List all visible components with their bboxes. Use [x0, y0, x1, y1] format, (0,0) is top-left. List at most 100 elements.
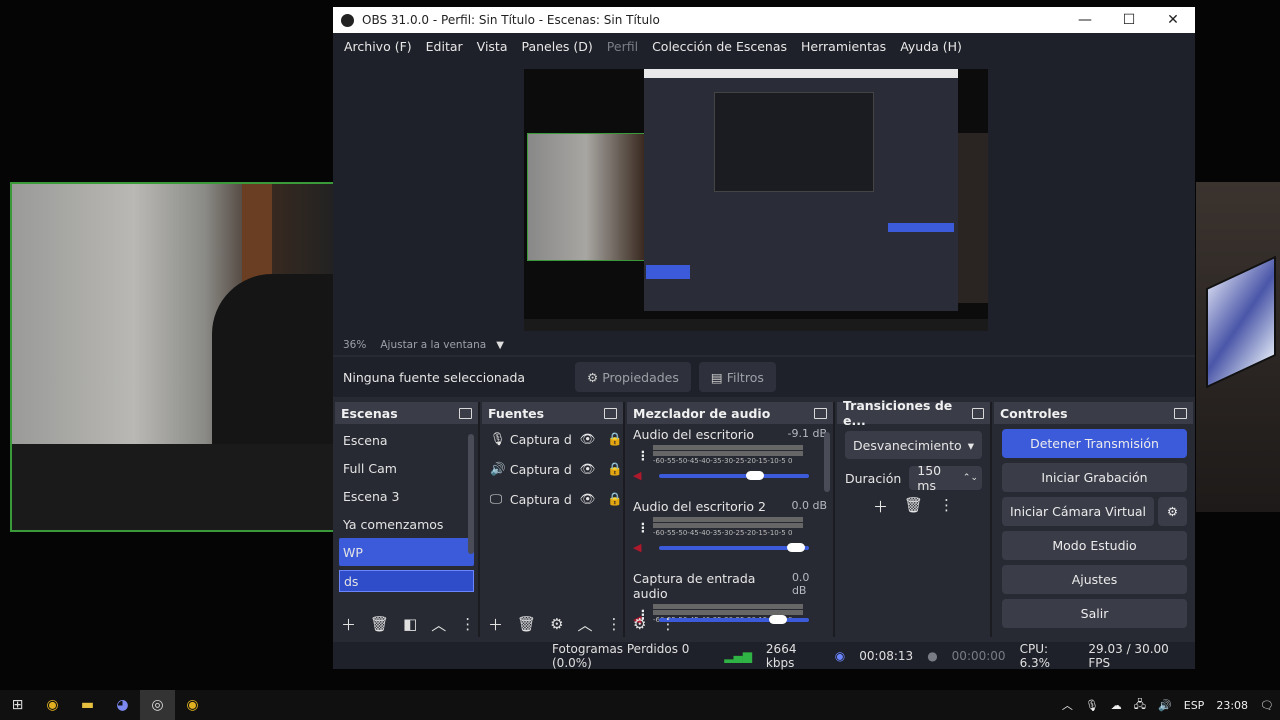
mute-icon[interactable]: ◀	[633, 469, 647, 482]
scene-item-selected[interactable]: WP	[339, 538, 474, 566]
more-icon[interactable]: ⋮	[939, 496, 954, 517]
stepper-icon[interactable]: ⌃⌄	[963, 473, 978, 483]
menu-archivo[interactable]: Archivo (F)	[337, 39, 419, 54]
chevron-down-icon[interactable]: ▼	[496, 340, 504, 351]
filter-icon[interactable]: ◧	[403, 615, 417, 633]
menu-editar[interactable]: Editar	[419, 39, 470, 54]
filters-button[interactable]: ▤ Filtros	[698, 362, 776, 392]
controls-header: Controles	[994, 402, 1193, 424]
mixer-footer: ⚙ ⋮	[627, 611, 833, 637]
start-recording-button[interactable]: Iniciar Grabación	[1002, 463, 1187, 492]
channel-db: 0.0 dB	[791, 571, 810, 597]
more-icon[interactable]: ⋮	[460, 615, 475, 633]
source-label: Captura de	[509, 461, 572, 477]
settings-icon[interactable]: ⚙	[633, 615, 646, 633]
chevron-up-icon[interactable]: ︿	[431, 614, 446, 635]
onedrive-icon[interactable]: ☁	[1111, 699, 1122, 712]
volume-slider[interactable]	[659, 471, 809, 480]
source-item[interactable]: 🖵 Captura de 👁 🔒	[482, 484, 623, 514]
maximize-button[interactable]: ☐	[1107, 7, 1151, 33]
add-icon[interactable]: ＋	[873, 496, 888, 517]
chevron-up-icon[interactable]: ︿	[1062, 697, 1073, 713]
obs-icon[interactable]: ◎	[140, 690, 175, 720]
preview-area	[333, 59, 1195, 335]
menu-coleccion[interactable]: Colección de Escenas	[645, 39, 794, 54]
eye-icon[interactable]: 👁	[580, 431, 596, 447]
source-label: Captura de	[509, 431, 572, 447]
add-icon[interactable]: ＋	[488, 614, 503, 635]
controls-title: Controles	[1000, 405, 1068, 421]
source-item[interactable]: 🎙Captura de 👁 🔒	[482, 424, 623, 454]
trash-icon[interactable]: 🗑	[904, 496, 923, 517]
chrome-icon[interactable]: ◉	[175, 690, 210, 720]
gear-icon[interactable]: ⚙	[550, 615, 563, 633]
menu-herramientas[interactable]: Herramientas	[794, 39, 893, 54]
source-label: Captura de	[509, 491, 572, 507]
language-indicator[interactable]: ESP	[1184, 699, 1205, 712]
mute-icon[interactable]: ◀	[633, 541, 647, 554]
scene-rename-input[interactable]: ds	[339, 570, 474, 592]
network-icon[interactable]: 🖧	[1134, 696, 1146, 715]
clock[interactable]: 23:08	[1216, 699, 1248, 712]
lock-icon[interactable]: 🔒	[607, 431, 623, 447]
slider-knob[interactable]	[786, 543, 805, 552]
menu-perfil[interactable]: Perfil	[600, 39, 645, 54]
chevron-up-icon[interactable]: ︿	[578, 614, 593, 635]
eye-icon[interactable]: 👁	[580, 491, 596, 507]
studio-mode-button[interactable]: Modo Estudio	[1002, 531, 1187, 560]
menu-ayuda[interactable]: Ayuda (H)	[893, 39, 969, 54]
scene-item[interactable]: Full Cam	[335, 454, 478, 482]
transition-select[interactable]: Desvanecimiento ▾	[845, 431, 982, 459]
microphone-icon[interactable]: 🎙	[1085, 699, 1099, 712]
menu-paneles[interactable]: Paneles (D)	[515, 39, 600, 54]
scene-item[interactable]: Escena 3	[335, 482, 478, 510]
chrome-icon[interactable]: ◉	[35, 690, 70, 720]
undock-icon[interactable]	[1174, 407, 1187, 419]
scene-item[interactable]: Ya comenzamos	[335, 510, 478, 538]
slider-knob[interactable]	[746, 471, 764, 480]
eye-icon[interactable]: 👁	[580, 461, 596, 477]
undock-icon[interactable]	[459, 407, 472, 419]
program-preview[interactable]	[524, 69, 988, 331]
more-icon[interactable]: ⋮	[607, 615, 622, 633]
notification-icon[interactable]: 🗨	[1260, 699, 1274, 712]
start-virtual-camera-button[interactable]: Iniciar Cámara Virtual	[1002, 497, 1154, 526]
properties-button[interactable]: ⚙ Propiedades	[575, 362, 691, 392]
undock-icon[interactable]	[604, 407, 617, 419]
zoom-fit-label[interactable]: Ajustar a la ventana	[380, 339, 486, 351]
more-icon[interactable]: ⋮	[633, 520, 653, 535]
gear-icon[interactable]: ⚙	[1158, 497, 1187, 526]
scene-item[interactable]: Escena	[335, 426, 478, 454]
mixer-title: Mezclador de audio	[633, 405, 771, 421]
undock-icon[interactable]	[971, 407, 984, 419]
trash-icon[interactable]: 🗑	[370, 615, 389, 633]
windows-start-icon[interactable]: ⊞	[0, 690, 35, 720]
add-icon[interactable]: ＋	[341, 614, 356, 635]
lock-icon[interactable]: 🔒	[607, 491, 623, 507]
more-icon[interactable]: ⋮	[633, 448, 653, 463]
channel-db: -9.1 dB	[787, 427, 828, 440]
exit-button[interactable]: Salir	[1002, 599, 1187, 628]
volume-icon[interactable]: 🔊	[1158, 699, 1172, 712]
scrollbar[interactable]	[824, 432, 830, 492]
minimize-button[interactable]: —	[1063, 7, 1107, 33]
more-icon[interactable]: ⋮	[660, 615, 675, 633]
menu-bar: Archivo (F) Editar Vista Paneles (D) Per…	[333, 33, 1195, 59]
undock-icon[interactable]	[814, 407, 827, 419]
close-button[interactable]: ✕	[1151, 7, 1195, 33]
menu-vista[interactable]: Vista	[470, 39, 515, 54]
file-explorer-icon[interactable]: ▬	[70, 690, 105, 720]
source-item[interactable]: 🔊Captura de 👁 🔒	[482, 454, 623, 484]
network-signal-icon: ▂▄▆	[724, 648, 752, 663]
scrollbar[interactable]	[468, 434, 474, 554]
stop-streaming-button[interactable]: Detener Transmisión	[1002, 429, 1187, 458]
scenes-footer: ＋ 🗑 ◧ ︿ ⋮	[335, 611, 478, 637]
volume-slider[interactable]	[659, 543, 809, 552]
discord-icon[interactable]: ◕	[105, 690, 140, 720]
monitor-icon: 🖵	[490, 491, 503, 506]
duration-input[interactable]: 150 ms ⌃⌄	[909, 463, 982, 493]
trash-icon[interactable]: 🗑	[517, 615, 536, 633]
sources-title: Fuentes	[488, 405, 545, 421]
settings-button[interactable]: Ajustes	[1002, 565, 1187, 594]
lock-icon[interactable]: 🔒	[607, 461, 623, 477]
